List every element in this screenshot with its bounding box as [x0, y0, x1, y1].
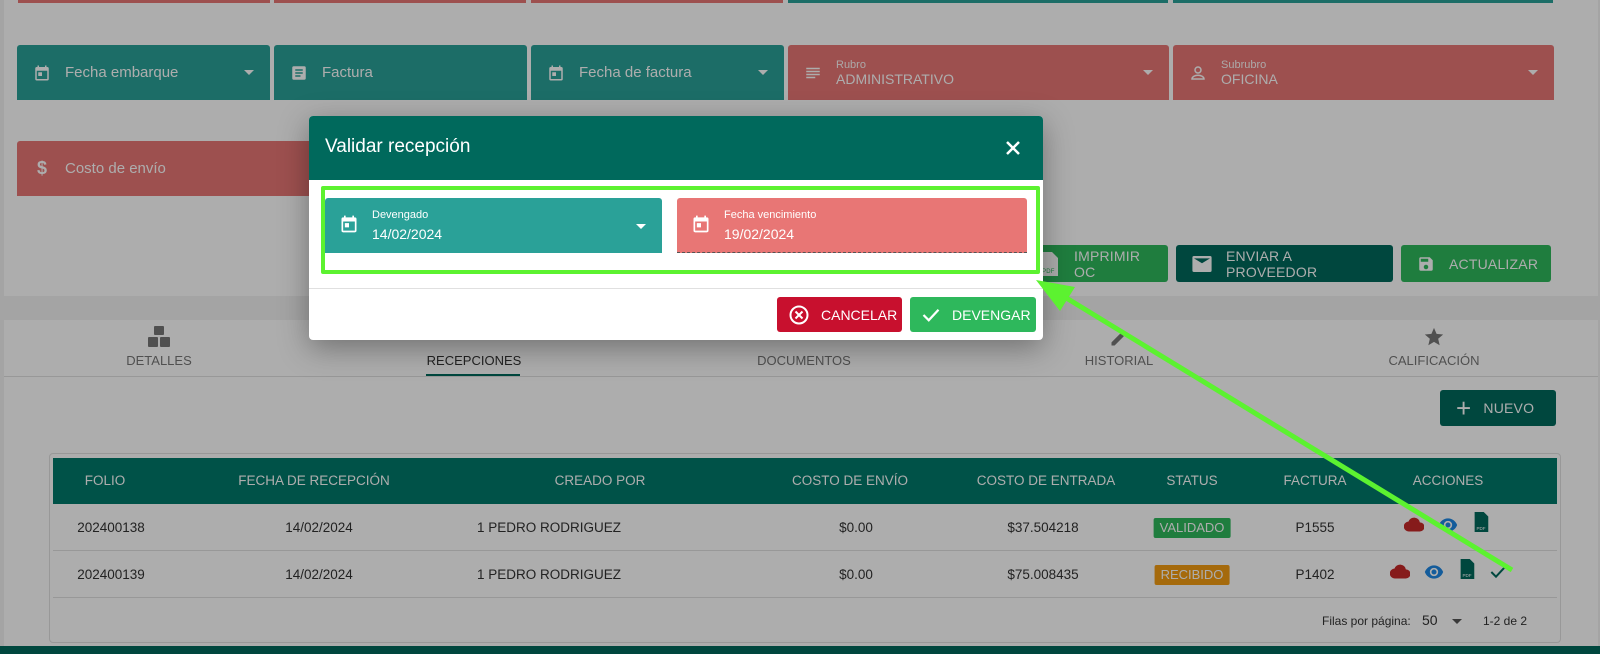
cancel-circle-icon	[789, 305, 809, 325]
dialog-divider	[309, 288, 1043, 289]
devengar-label: DEVENGAR	[952, 306, 1031, 323]
close-icon[interactable]	[1001, 136, 1025, 160]
dialog-header: Validar recepción	[309, 116, 1043, 180]
devengar-button[interactable]: DEVENGAR	[910, 297, 1036, 332]
highlight-box	[321, 186, 1040, 274]
cancelar-button[interactable]: CANCELAR	[777, 297, 902, 332]
cancelar-label: CANCELAR	[821, 306, 898, 323]
dialog-title: Validar recepción	[325, 136, 471, 157]
check-icon	[922, 307, 940, 323]
